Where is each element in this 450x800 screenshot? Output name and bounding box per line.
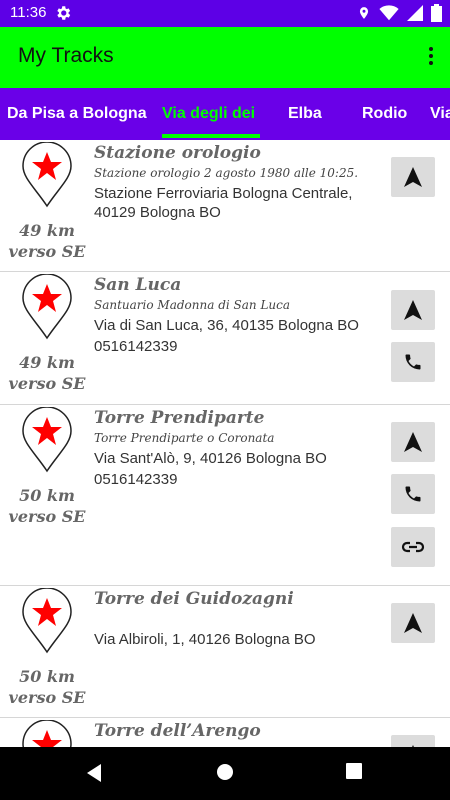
distance-label: 50 km <box>19 667 75 686</box>
place-address: Via di San Luca, 36, 40135 Bologna BO <box>94 317 359 334</box>
phone-icon <box>405 354 421 370</box>
tab-da-pisa-a-bologna[interactable]: Da Pisa a Bologna <box>7 88 147 140</box>
direction-label: verso SE <box>8 688 86 707</box>
map-pin-icon <box>21 719 73 747</box>
signal-icon <box>407 5 423 21</box>
list-item[interactable]: 50 km verso SE Torre Prendiparte Torre Pr… <box>0 405 450 586</box>
link-icon <box>401 541 425 553</box>
map-pin-icon <box>21 406 73 473</box>
place-name: Torre dell’Arengo <box>94 721 261 741</box>
phone-icon <box>405 486 421 502</box>
navigate-button[interactable] <box>391 735 435 747</box>
direction-label: verso SE <box>8 242 86 261</box>
navigate-icon <box>404 432 422 452</box>
navigate-button[interactable] <box>391 603 435 643</box>
app-bar: My Tracks <box>0 27 450 88</box>
direction-label: verso SE <box>8 374 86 393</box>
place-phone: 0516142339 <box>94 471 178 488</box>
navigate-button[interactable] <box>391 157 435 197</box>
recents-icon[interactable] <box>346 763 362 784</box>
place-name: Stazione orologio <box>94 143 261 163</box>
status-bar: 11:36 <box>0 0 450 27</box>
list-item[interactable]: 49 km verso SE San Luca Santuario Madonna… <box>0 272 450 405</box>
distance-label: 49 km <box>19 221 75 240</box>
place-subtitle: Santuario Madonna di San Luca <box>94 298 291 312</box>
place-subtitle: Stazione orologio 2 agosto 1980 alle 10:… <box>94 166 359 180</box>
place-address: Via Albiroli, 1, 40126 Bologna BO <box>94 631 316 648</box>
distance-label: 50 km <box>19 486 75 505</box>
home-icon[interactable] <box>216 763 234 786</box>
list-item[interactable]: 50 km verso SE Torre dei Guidozagni Via A… <box>0 586 450 718</box>
map-pin-icon <box>21 141 73 208</box>
tab-bar: Da Pisa a Bologna Via degli dei Elba Rod… <box>0 88 450 140</box>
place-subtitle: Torre Prendiparte o Coronata <box>94 431 275 445</box>
back-icon[interactable] <box>85 763 103 788</box>
navigate-button[interactable] <box>391 290 435 330</box>
place-name: San Luca <box>94 275 182 295</box>
places-list: 49 km verso SE Stazione orologio Stazione… <box>0 140 450 747</box>
list-item[interactable]: Torre dell’Arengo <box>0 718 450 747</box>
place-address: Stazione Ferroviaria Bologna Centrale, <box>94 185 353 202</box>
more-vert-icon[interactable] <box>426 44 436 70</box>
navigate-icon <box>404 167 422 187</box>
call-button[interactable] <box>391 474 435 514</box>
navigate-icon <box>404 300 422 320</box>
link-button[interactable] <box>391 527 435 567</box>
gear-icon <box>54 4 72 22</box>
active-tab-indicator <box>162 134 260 138</box>
navigate-icon <box>404 613 422 633</box>
call-button[interactable] <box>391 342 435 382</box>
place-name: Torre dei Guidozagni <box>94 589 294 609</box>
system-nav-bar <box>0 747 450 800</box>
status-time: 11:36 <box>10 4 47 21</box>
place-phone: 0516142339 <box>94 338 178 355</box>
navigate-button[interactable] <box>391 422 435 462</box>
tab-via-degli-dei[interactable]: Via degli dei <box>162 88 255 140</box>
direction-label: verso SE <box>8 507 86 526</box>
distance-label: 49 km <box>19 353 75 372</box>
tab-via[interactable]: Via <box>430 88 450 140</box>
map-pin-icon <box>21 273 73 340</box>
place-address-line2: 40129 Bologna BO <box>94 204 221 221</box>
location-icon <box>357 4 371 22</box>
tab-rodio[interactable]: Rodio <box>362 88 407 140</box>
tab-elba[interactable]: Elba <box>288 88 322 140</box>
app-title: My Tracks <box>18 44 114 67</box>
map-pin-icon <box>21 587 73 654</box>
wifi-icon <box>379 5 399 21</box>
battery-icon <box>431 4 442 22</box>
list-item[interactable]: 49 km verso SE Stazione orologio Stazione… <box>0 140 450 272</box>
place-address: Via Sant'Alò, 9, 40126 Bologna BO <box>94 450 327 467</box>
place-name: Torre Prendiparte <box>94 408 265 428</box>
